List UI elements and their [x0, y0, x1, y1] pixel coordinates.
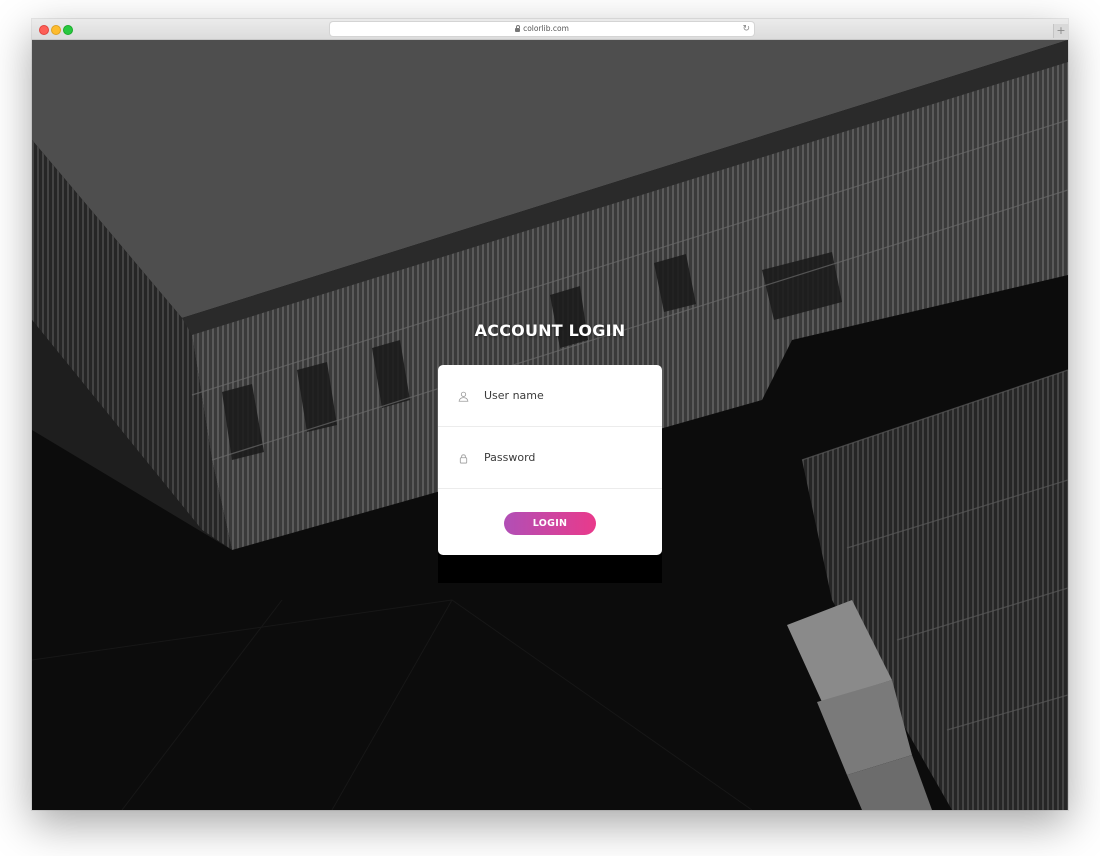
page-title: ACCOUNT LOGIN — [474, 321, 626, 340]
lock-icon — [459, 454, 468, 464]
page-viewport: ACCOUNT LOGIN LOGIN — [32, 40, 1068, 810]
address-bar[interactable]: colorlib.com ↻ — [330, 22, 754, 36]
button-row: LOGIN — [438, 489, 662, 555]
browser-window: colorlib.com ↻ + ACCOUNT LOGIN User name… — [32, 19, 1068, 810]
plus-icon[interactable]: + — [1053, 24, 1068, 38]
url-text: colorlib.com — [523, 24, 569, 33]
login-button[interactable]: LOGIN — [504, 512, 596, 535]
lock-icon — [515, 24, 521, 32]
close-window-button[interactable] — [39, 25, 49, 35]
password-input[interactable] — [484, 447, 644, 467]
user-icon — [458, 391, 469, 402]
password-field — [438, 427, 662, 489]
username-input[interactable] — [484, 385, 644, 405]
username-field — [438, 365, 662, 427]
reload-icon[interactable]: ↻ — [742, 22, 750, 36]
browser-titlebar: colorlib.com ↻ + — [32, 19, 1068, 40]
minimize-window-button[interactable] — [51, 25, 61, 35]
maximize-window-button[interactable] — [63, 25, 73, 35]
login-form: LOGIN — [438, 365, 662, 555]
